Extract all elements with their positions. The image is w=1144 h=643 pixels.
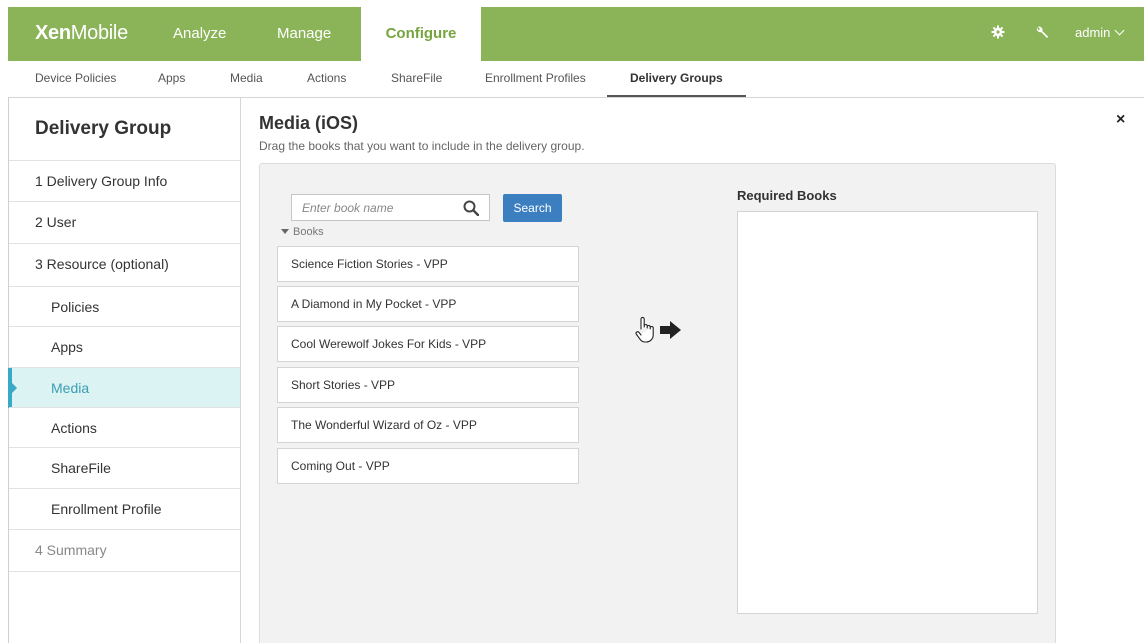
chevron-down-icon xyxy=(1114,25,1125,36)
wrench-icon[interactable] xyxy=(1033,25,1051,43)
configure-subnav: Device Policies Apps Media Actions Share… xyxy=(8,61,1144,98)
required-books-dropzone[interactable] xyxy=(737,211,1038,614)
sidebar-item-policies[interactable]: Policies xyxy=(9,286,240,327)
books-group-toggle[interactable]: Books xyxy=(281,226,324,238)
sidebar-item-resource[interactable]: 3 Resource (optional) xyxy=(9,243,240,284)
caret-down-icon xyxy=(281,229,289,234)
close-icon[interactable]: × xyxy=(1116,111,1125,129)
sidebar-item-sharefile[interactable]: ShareFile xyxy=(9,447,240,488)
subnav-actions[interactable]: Actions xyxy=(307,61,346,97)
subnav-apps[interactable]: Apps xyxy=(158,61,185,97)
hand-pointer-icon xyxy=(635,316,654,343)
page-title: Media (iOS) xyxy=(259,113,359,133)
gear-icon[interactable] xyxy=(989,25,1007,43)
sidebar-item-actions[interactable]: Actions xyxy=(9,407,240,448)
page-subtitle: Drag the books that you want to include … xyxy=(259,139,585,153)
sidebar-item-summary[interactable]: 4 Summary xyxy=(9,529,240,570)
book-item[interactable]: The Wonderful Wizard of Oz - VPP xyxy=(277,407,579,443)
book-item[interactable]: Cool Werewolf Jokes For Kids - VPP xyxy=(277,326,579,362)
required-books-label: Required Books xyxy=(737,188,837,203)
sidebar-item-enrollment-profile[interactable]: Enrollment Profile xyxy=(9,488,240,529)
book-item[interactable]: Science Fiction Stories - VPP xyxy=(277,246,579,282)
book-search-field[interactable] xyxy=(291,194,490,221)
book-item[interactable]: A Diamond in My Pocket - VPP xyxy=(277,286,579,322)
admin-menu[interactable]: admin xyxy=(1075,7,1125,61)
wizard-sidebar: Delivery Group 1 Delivery Group Info 2 U… xyxy=(8,98,241,643)
search-button[interactable]: Search xyxy=(503,194,562,222)
top-navigation-bar: XenMobile Analyze Manage Configure admin xyxy=(8,7,1144,61)
xenmobile-logo[interactable]: XenMobile xyxy=(35,22,128,45)
nav-configure[interactable]: Configure xyxy=(361,7,481,61)
sidebar-item-user[interactable]: 2 User xyxy=(9,201,240,242)
sidebar-item-media[interactable]: Media xyxy=(8,367,240,408)
sidebar-divider xyxy=(9,571,240,572)
subnav-media[interactable]: Media xyxy=(230,61,263,97)
search-icon[interactable] xyxy=(463,200,479,216)
sidebar-item-delivery-group-info[interactable]: 1 Delivery Group Info xyxy=(9,160,240,201)
book-item[interactable]: Coming Out - VPP xyxy=(277,448,579,484)
subnav-enrollment-profiles[interactable]: Enrollment Profiles xyxy=(485,61,586,97)
nav-analyze[interactable]: Analyze xyxy=(173,7,226,61)
subnav-delivery-groups[interactable]: Delivery Groups xyxy=(607,61,746,97)
sidebar-title: Delivery Group xyxy=(35,118,172,139)
sidebar-item-apps[interactable]: Apps xyxy=(9,326,240,367)
drag-hint xyxy=(634,315,686,345)
arrow-right-icon xyxy=(660,321,681,339)
subnav-device-policies[interactable]: Device Policies xyxy=(35,61,116,97)
subnav-sharefile[interactable]: ShareFile xyxy=(391,61,442,97)
book-item[interactable]: Short Stories - VPP xyxy=(277,367,579,403)
search-input[interactable] xyxy=(302,198,452,218)
nav-manage[interactable]: Manage xyxy=(277,7,331,61)
